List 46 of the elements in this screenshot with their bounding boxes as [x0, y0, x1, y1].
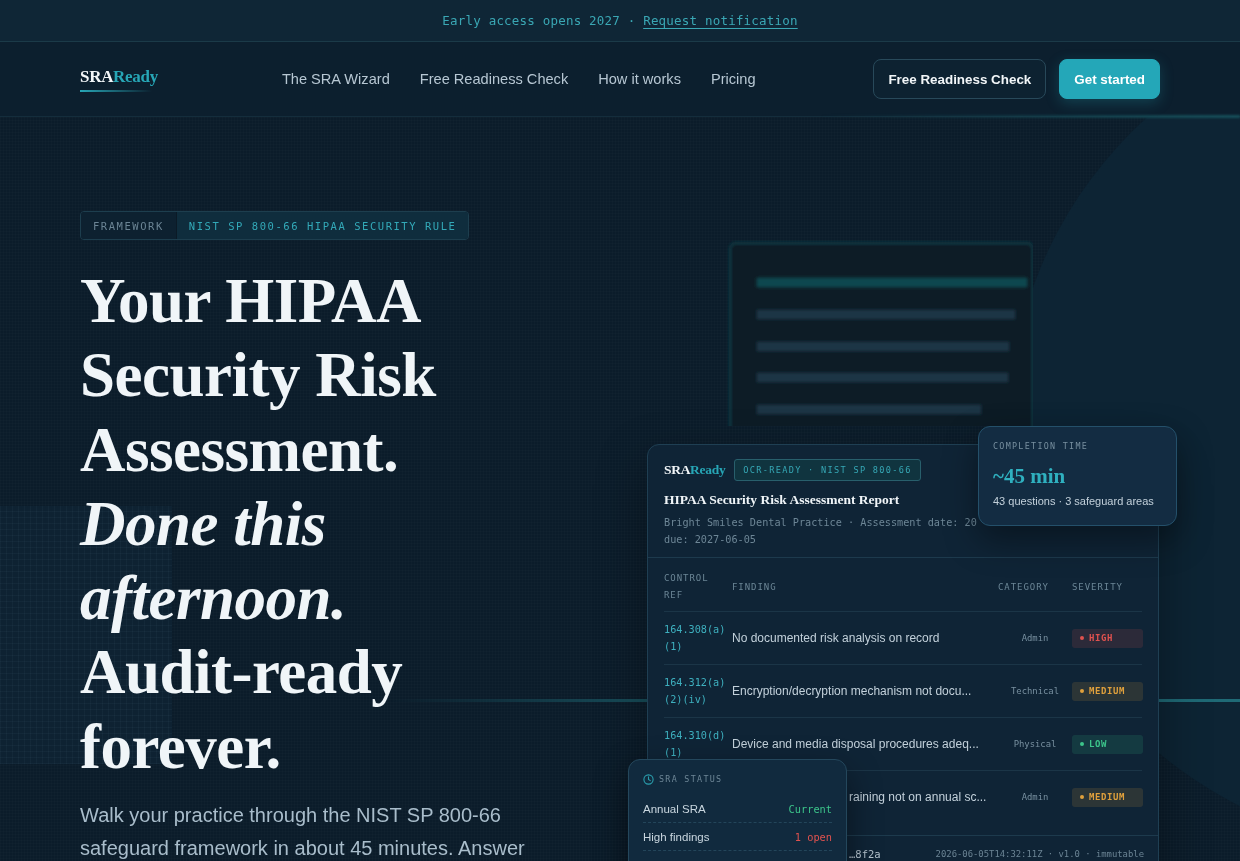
control-ref: 164.312(a)(2)(iv): [664, 676, 727, 707]
status-label: High findings: [643, 830, 710, 843]
tag-value: NIST SP 800-66 HIPAA SECURITY RULE: [175, 212, 469, 239]
control-ref: 164.308(a)(1): [664, 623, 727, 654]
completion-value: ~45 min: [993, 463, 1067, 489]
report-title: HIPAA Security Risk Assessment Report: [664, 491, 900, 509]
status-label: Annual SRA: [643, 802, 706, 815]
report-meta: due: 2027-06-05: [664, 533, 756, 547]
notification-link[interactable]: Request notification: [643, 13, 798, 28]
finding-text: raining not on annual sc...: [849, 790, 987, 804]
timestamp-text: 2026-06-05T14:32:11Z · v1.0 · immutable: [935, 849, 1144, 859]
control-ref: 164.310(d)(1): [664, 729, 727, 760]
severity-label: MEDIUM: [1089, 686, 1126, 696]
status-value: Current: [788, 802, 832, 815]
column-header: CONTROL REF: [664, 572, 710, 602]
clock-icon: [643, 773, 654, 785]
hero-heading: Your HIPAA Security Risk Assessment. Done this afternoon. Audit-ready forever.: [80, 265, 438, 784]
report-badge: OCR-READY · NIST SP 800-66: [734, 459, 921, 481]
column-header: SEVERITY: [1072, 580, 1124, 594]
status-title: SRA STATUS: [659, 774, 723, 784]
category-text: Admin: [1020, 792, 1050, 802]
nav-link[interactable]: Free Readiness Check: [419, 71, 569, 87]
report-meta: Bright Smiles Dental Practice · Assessment date: 20: [664, 516, 977, 530]
category-text: Admin: [1020, 633, 1050, 643]
hero-intro: Walk your practice through the NIST SP 800-66 safeguard framework in about 45 minutes. Answer: [80, 803, 526, 861]
finding-text: No documented risk analysis on record: [732, 631, 940, 645]
column-header: CATEGORY: [998, 580, 1050, 594]
status-value: 1 open: [794, 830, 832, 843]
column-header: FINDING: [732, 580, 778, 594]
finding-text: Encryption/decryption mechanism not docu...: [732, 684, 972, 698]
tag-label: FRAMEWORK: [81, 212, 176, 239]
category-text: Physical: [1012, 739, 1058, 749]
nav-link[interactable]: The SRA Wizard: [281, 71, 390, 87]
report-logo: SRAReady: [664, 462, 726, 478]
severity-label: MEDIUM: [1089, 792, 1126, 802]
nav-link[interactable]: Pricing: [710, 71, 756, 87]
severity-label: HIGH: [1089, 633, 1114, 643]
announcement-text: Early access opens 2027 · Request notification: [442, 13, 798, 28]
category-text: Technical: [1009, 686, 1061, 696]
secondary-button[interactable]: Free Readiness Check: [873, 59, 1047, 99]
hash-text: …8f2a: [849, 848, 881, 860]
severity-label: LOW: [1089, 739, 1108, 749]
nav-link[interactable]: How it works: [598, 71, 681, 87]
finding-text: Device and media disposal procedures adeq...: [732, 737, 979, 751]
completion-detail: 43 questions · 3 safeguard areas: [993, 495, 1155, 507]
completion-label: COMPLETION TIME: [993, 440, 1090, 452]
